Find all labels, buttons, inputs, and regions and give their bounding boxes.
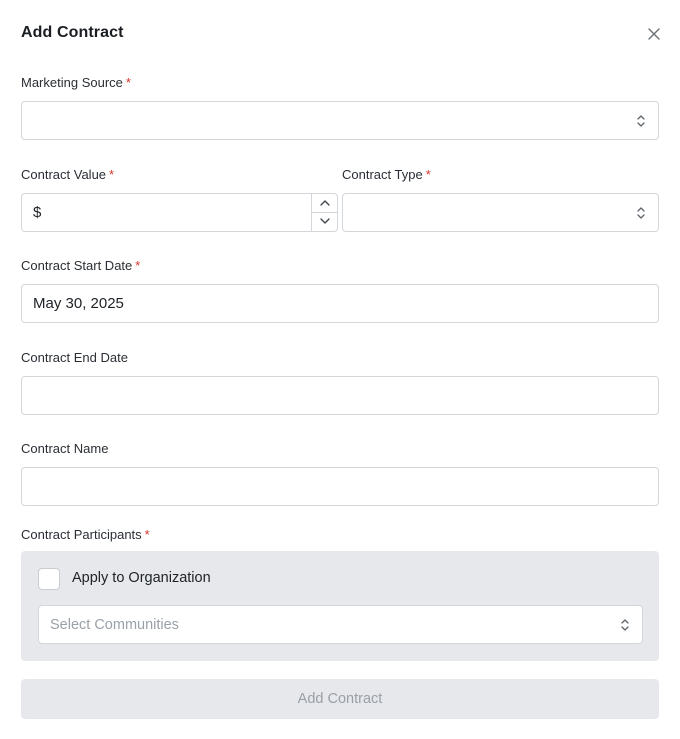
start-date-value: May 30, 2025 — [33, 295, 124, 312]
required-marker: * — [144, 527, 150, 542]
stepper-up-button[interactable] — [312, 194, 337, 213]
end-date-label: Contract End Date — [21, 350, 128, 365]
marketing-source-label-text: Marketing Source — [21, 75, 123, 90]
dialog-title: Add Contract — [21, 24, 124, 41]
close-button[interactable] — [644, 24, 664, 44]
add-contract-button[interactable]: Add Contract — [21, 679, 659, 719]
chevron-up-down-icon — [637, 207, 645, 219]
start-date-label: Contract Start Date * — [21, 258, 140, 273]
contract-value-label: Contract Value * — [21, 167, 114, 182]
participants-label: Contract Participants * — [21, 527, 150, 542]
chevron-up-icon — [319, 200, 330, 206]
contract-type-label: Contract Type * — [342, 167, 431, 182]
chevron-up-down-icon — [621, 619, 629, 631]
contract-type-label-text: Contract Type — [342, 167, 423, 182]
apply-to-organization-checkbox[interactable] — [38, 568, 60, 590]
contract-value-stepper[interactable] — [311, 194, 337, 231]
end-date-input[interactable] — [21, 376, 659, 415]
required-marker: * — [125, 75, 131, 90]
chevron-down-icon — [319, 218, 330, 224]
participants-panel: Apply to Organization Select Communities — [21, 551, 659, 661]
required-marker: * — [425, 167, 431, 182]
start-date-input[interactable]: May 30, 2025 — [21, 284, 659, 323]
apply-to-organization-label[interactable]: Apply to Organization — [72, 570, 211, 586]
end-date-label-text: Contract End Date — [21, 350, 128, 365]
contract-value-label-text: Contract Value — [21, 167, 107, 182]
marketing-source-label: Marketing Source * — [21, 75, 131, 90]
contract-name-input[interactable] — [21, 467, 659, 506]
currency-prefix: $ — [33, 204, 42, 221]
chevron-up-down-icon — [637, 115, 645, 127]
contract-type-select[interactable] — [342, 193, 659, 232]
communities-placeholder: Select Communities — [50, 617, 179, 633]
close-icon — [648, 28, 660, 40]
required-marker: * — [109, 167, 115, 182]
marketing-source-select[interactable] — [21, 101, 659, 140]
required-marker: * — [135, 258, 141, 273]
communities-select[interactable]: Select Communities — [38, 605, 643, 644]
contract-value-input[interactable]: $ — [21, 193, 338, 232]
contract-name-label: Contract Name — [21, 441, 108, 456]
stepper-down-button[interactable] — [312, 213, 337, 232]
contract-name-label-text: Contract Name — [21, 441, 109, 456]
start-date-label-text: Contract Start Date — [21, 258, 133, 273]
participants-label-text: Contract Participants — [21, 527, 142, 542]
